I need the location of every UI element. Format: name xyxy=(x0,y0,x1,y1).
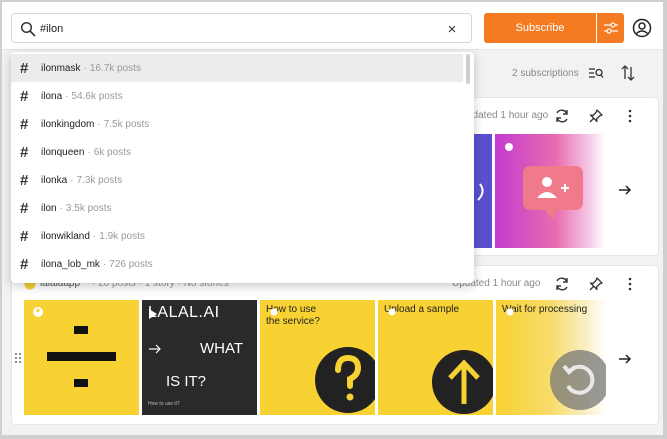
more-options-icon[interactable] xyxy=(622,276,638,292)
account-icon[interactable] xyxy=(632,18,652,38)
hashtag-icon: # xyxy=(20,199,29,217)
thumbnail-text: WHAT xyxy=(200,340,244,357)
suggestion-tag: ilona xyxy=(41,90,63,102)
subscribe-button[interactable]: Subscribe xyxy=(484,13,596,43)
search-box: × xyxy=(11,13,472,43)
suggestion-tag: ilonqueen xyxy=(41,146,85,158)
story-thumbnail[interactable]: Upload a sample xyxy=(378,300,493,415)
pin-icon[interactable] xyxy=(588,276,604,292)
suggestion-count: 1.9k posts xyxy=(99,230,145,242)
suggestion-tag: ilonka xyxy=(41,174,68,186)
suggestion-count: 7.3k posts xyxy=(76,174,123,186)
processing-icon xyxy=(506,308,606,410)
thumbnail-title: LALAL.AI xyxy=(148,304,220,321)
subscriptions-count: 2 subscriptions xyxy=(512,68,579,79)
search-icon xyxy=(20,21,36,37)
search-input[interactable] xyxy=(40,18,430,40)
thumbnail-text: IS IT? xyxy=(166,373,207,390)
thumbnail-caption: How to use it? xyxy=(148,401,180,407)
suggestion-tag: ilonmask xyxy=(41,62,81,74)
sliders-icon xyxy=(603,22,618,34)
suggestion-item[interactable]: # ilon · 3.5k posts xyxy=(11,194,463,222)
story-thumbnail[interactable]: Wait for processing xyxy=(496,300,606,415)
dropdown-scrollbar[interactable] xyxy=(466,54,470,84)
top-bar: × Subscribe xyxy=(2,2,663,50)
suggestion-item[interactable]: # ilona_lob_mk · 726 posts xyxy=(11,250,463,278)
suggestion-item[interactable]: # ilona · 54.6k posts xyxy=(11,82,463,110)
suggestion-item[interactable]: # ilonqueen · 6k posts xyxy=(11,138,463,166)
list-search-icon[interactable] xyxy=(588,65,604,81)
suggestion-item[interactable]: # ilonwikland · 1.9k posts xyxy=(11,222,463,250)
arrow-right-icon[interactable] xyxy=(618,352,632,366)
hashtag-icon: # xyxy=(20,59,29,77)
separator: · xyxy=(97,118,101,130)
arrow-right-icon xyxy=(149,344,161,354)
app-window: × Subscribe 2 subscriptions xyxy=(2,2,663,435)
suggestion-count: 6k posts xyxy=(93,146,131,158)
hashtag-icon: # xyxy=(20,171,29,189)
story-thumbnail[interactable] xyxy=(495,134,605,248)
refresh-icon[interactable] xyxy=(554,276,570,292)
arrow-right-icon[interactable] xyxy=(618,183,632,197)
divide-graphic xyxy=(33,307,116,387)
clear-search-button[interactable]: × xyxy=(441,18,463,40)
separator: · xyxy=(87,146,91,158)
story-thumbnail[interactable] xyxy=(24,300,139,415)
hashtag-icon: # xyxy=(20,255,29,273)
separator: · xyxy=(59,202,63,214)
suggestion-tag: ilonwikland xyxy=(41,230,90,242)
separator: · xyxy=(83,62,87,74)
more-options-icon[interactable] xyxy=(622,108,638,124)
separator: · xyxy=(102,258,107,270)
separator: · xyxy=(92,230,97,242)
story-thumbnail[interactable]: How to use the service? xyxy=(260,300,375,415)
hashtag-suggestions-dropdown: # ilonmask · 16.7k posts # ilona · 54.6k… xyxy=(11,52,474,283)
question-icon xyxy=(270,308,375,413)
suggestion-count: 7.5k posts xyxy=(103,118,150,130)
suggestion-item[interactable]: # ilonkingdom · 7.5k posts xyxy=(11,110,463,138)
story-thumbnail[interactable]: LALAL.AI WHAT IS IT? How to use it? xyxy=(142,300,257,415)
subscription-card: lalalaapp · 20 posts · 1 story · No stor… xyxy=(11,265,659,425)
suggestion-count: 3.5k posts xyxy=(65,202,112,214)
suggestion-tag: ilona_lob_mk xyxy=(41,258,100,270)
hashtag-icon: # xyxy=(20,87,29,105)
hashtag-icon: # xyxy=(20,115,29,133)
suggestion-item[interactable]: # ilonmask · 16.7k posts xyxy=(11,54,463,82)
updated-time: pdated 1 hour ago xyxy=(467,110,549,121)
separator: · xyxy=(70,174,74,186)
pin-icon[interactable] xyxy=(588,108,604,124)
suggestion-tag: ilonkingdom xyxy=(41,118,95,130)
hashtag-icon: # xyxy=(20,143,29,161)
suggestion-count: 54.6k posts xyxy=(71,90,123,102)
separator: · xyxy=(65,90,69,102)
suggestion-item[interactable]: # ilonka · 7.3k posts xyxy=(11,166,463,194)
add-user-icon xyxy=(505,143,583,220)
suggestion-count: 726 posts xyxy=(109,258,153,270)
drag-handle-icon[interactable] xyxy=(14,352,22,364)
upload-icon xyxy=(388,308,493,414)
sort-icon[interactable] xyxy=(620,64,636,82)
suggestion-count: 16.7k posts xyxy=(89,62,141,74)
refresh-icon[interactable] xyxy=(554,108,570,124)
hashtag-icon: # xyxy=(20,227,29,245)
suggestion-tag: ilon xyxy=(41,202,57,214)
subscribe-settings-button[interactable] xyxy=(597,13,624,43)
